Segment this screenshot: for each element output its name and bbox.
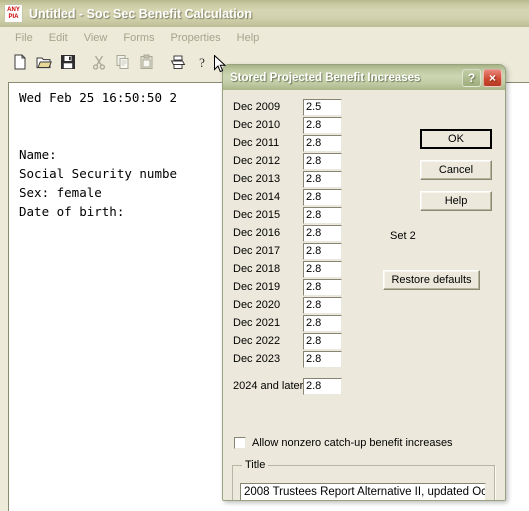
row-dec-2015: Dec 2015 2.8 (231, 206, 381, 224)
menu-item-forms[interactable]: Forms (115, 30, 162, 47)
help-button[interactable]: Help (420, 191, 492, 211)
help-question-icon: ? (194, 54, 210, 73)
value-input-2024-and-later[interactable]: 2.8 (303, 377, 342, 395)
menu-item-file[interactable]: File (7, 30, 41, 47)
toolbar-print-button[interactable] (166, 53, 189, 75)
anypia-logo-line2: PIA (8, 13, 19, 20)
svg-text:?: ? (199, 55, 205, 70)
row-label-dec-2013: Dec 2013 (233, 173, 281, 185)
copy-icon (115, 54, 131, 73)
anypia-logo-line1: ANY (7, 6, 20, 13)
row-label-dec-2009: Dec 2009 (233, 101, 281, 113)
dialog-title: Stored Projected Benefit Increases (230, 71, 421, 84)
value-input-dec-2018[interactable]: 2.8 (303, 260, 342, 278)
toolbar-new-button[interactable] (8, 53, 31, 75)
value-input-dec-2023[interactable]: 2.8 (303, 350, 342, 368)
value-input-dec-2017[interactable]: 2.8 (303, 242, 342, 260)
row-label-dec-2023: Dec 2023 (233, 353, 281, 365)
title-input[interactable]: 2008 Trustees Report Alternative II, upd… (240, 483, 486, 500)
anypia-logo-icon: ANY PIA (4, 4, 23, 23)
value-input-dec-2014[interactable]: 2.8 (303, 188, 342, 206)
menu-item-help[interactable]: Help (229, 30, 268, 47)
new-document-icon (12, 54, 28, 73)
save-disk-icon (60, 54, 76, 73)
row-dec-2017: Dec 2017 2.8 (231, 242, 381, 260)
value-input-dec-2021[interactable]: 2.8 (303, 314, 342, 332)
title-groupbox: Title 2008 Trustees Report Alternative I… (232, 459, 495, 500)
dialog-titlebar: Stored Projected Benefit Increases ? × (223, 65, 505, 90)
row-label-dec-2010: Dec 2010 (233, 119, 281, 131)
allow-catchup-checkbox-label: Allow nonzero catch-up benefit increases (252, 437, 453, 449)
value-input-dec-2011[interactable]: 2.8 (303, 134, 342, 152)
row-dec-2023: Dec 2023 2.8 (231, 350, 381, 368)
print-icon (170, 54, 186, 73)
row-dec-2019: Dec 2019 2.8 (231, 278, 381, 296)
row-dec-2011: Dec 2011 2.8 (231, 134, 381, 152)
row-dec-2016: Dec 2016 2.8 (231, 224, 381, 242)
toolbar-help-button[interactable]: ? (190, 53, 213, 75)
row-dec-2010: Dec 2010 2.8 (231, 116, 381, 134)
document-text: Wed Feb 25 16:50:50 2 Name: Social Secur… (19, 90, 178, 219)
app-menubar: File Edit View Forms Properties Help (0, 27, 529, 49)
row-label-dec-2017: Dec 2017 (233, 245, 281, 257)
allow-catchup-checkbox[interactable] (234, 437, 246, 449)
row-dec-2012: Dec 2012 2.8 (231, 152, 381, 170)
paste-clipboard-icon (139, 54, 155, 73)
value-input-dec-2016[interactable]: 2.8 (303, 224, 342, 242)
toolbar-cut-button[interactable] (87, 53, 110, 75)
row-label-dec-2014: Dec 2014 (233, 191, 281, 203)
stored-projected-benefit-increases-dialog: Stored Projected Benefit Increases ? × D… (222, 64, 506, 501)
toolbar-separator-1 (80, 53, 87, 75)
toolbar-separator-2 (159, 53, 166, 75)
row-dec-2013: Dec 2013 2.8 (231, 170, 381, 188)
app-titlebar: ANY PIA Untitled - Soc Sec Benefit Calcu… (0, 0, 529, 27)
row-dec-2020: Dec 2020 2.8 (231, 296, 381, 314)
set-label: Set 2 (390, 230, 416, 242)
row-dec-2014: Dec 2014 2.8 (231, 188, 381, 206)
row-label-dec-2012: Dec 2012 (233, 155, 281, 167)
row-dec-2021: Dec 2021 2.8 (231, 314, 381, 332)
menu-item-view[interactable]: View (76, 30, 116, 47)
value-input-dec-2015[interactable]: 2.8 (303, 206, 342, 224)
restore-defaults-button[interactable]: Restore defaults (383, 270, 480, 290)
toolbar-save-button[interactable] (56, 53, 79, 75)
row-label-dec-2015: Dec 2015 (233, 209, 281, 221)
open-folder-icon (36, 54, 52, 73)
row-label-dec-2020: Dec 2020 (233, 299, 281, 311)
toolbar-paste-button[interactable] (135, 53, 158, 75)
value-input-dec-2010[interactable]: 2.8 (303, 116, 342, 134)
row-label-dec-2018: Dec 2018 (233, 263, 281, 275)
row-dec-2009: Dec 2009 2.5 (231, 98, 381, 116)
value-input-dec-2009[interactable]: 2.5 (303, 98, 342, 116)
value-input-dec-2022[interactable]: 2.8 (303, 332, 342, 350)
value-input-dec-2013[interactable]: 2.8 (303, 170, 342, 188)
row-label-dec-2016: Dec 2016 (233, 227, 281, 239)
value-input-dec-2020[interactable]: 2.8 (303, 296, 342, 314)
value-input-dec-2012[interactable]: 2.8 (303, 152, 342, 170)
toolbar-copy-button[interactable] (111, 53, 134, 75)
row-dec-2018: Dec 2018 2.8 (231, 260, 381, 278)
ok-button[interactable]: OK (420, 129, 492, 149)
dialog-close-icon[interactable]: × (483, 68, 502, 87)
cut-scissors-icon (91, 54, 107, 73)
cancel-button[interactable]: Cancel (420, 160, 492, 180)
dialog-body: Dec 2009 2.5 Dec 2010 2.8 Dec 2011 2.8 D… (223, 90, 505, 500)
row-label-dec-2021: Dec 2021 (233, 317, 281, 329)
screen: ANY PIA Untitled - Soc Sec Benefit Calcu… (0, 0, 529, 511)
benefit-increase-rows: Dec 2009 2.5 Dec 2010 2.8 Dec 2011 2.8 D… (231, 98, 381, 395)
toolbar-open-button[interactable] (32, 53, 55, 75)
row-label-dec-2022: Dec 2022 (233, 335, 281, 347)
row-dec-2022: Dec 2022 2.8 (231, 332, 381, 350)
row-label-dec-2011: Dec 2011 (233, 137, 280, 149)
row-2024-and-later: 2024 and later 2.8 (231, 377, 381, 395)
allow-catchup-checkbox-row[interactable]: Allow nonzero catch-up benefit increases (234, 437, 453, 449)
title-groupbox-legend: Title (242, 459, 269, 471)
row-label-dec-2019: Dec 2019 (233, 281, 281, 293)
app-title: Untitled - Soc Sec Benefit Calculation (29, 6, 252, 21)
value-input-dec-2019[interactable]: 2.8 (303, 278, 342, 296)
menu-item-properties[interactable]: Properties (163, 30, 229, 47)
dialog-help-icon[interactable]: ? (462, 68, 481, 87)
menu-item-edit[interactable]: Edit (41, 30, 76, 47)
